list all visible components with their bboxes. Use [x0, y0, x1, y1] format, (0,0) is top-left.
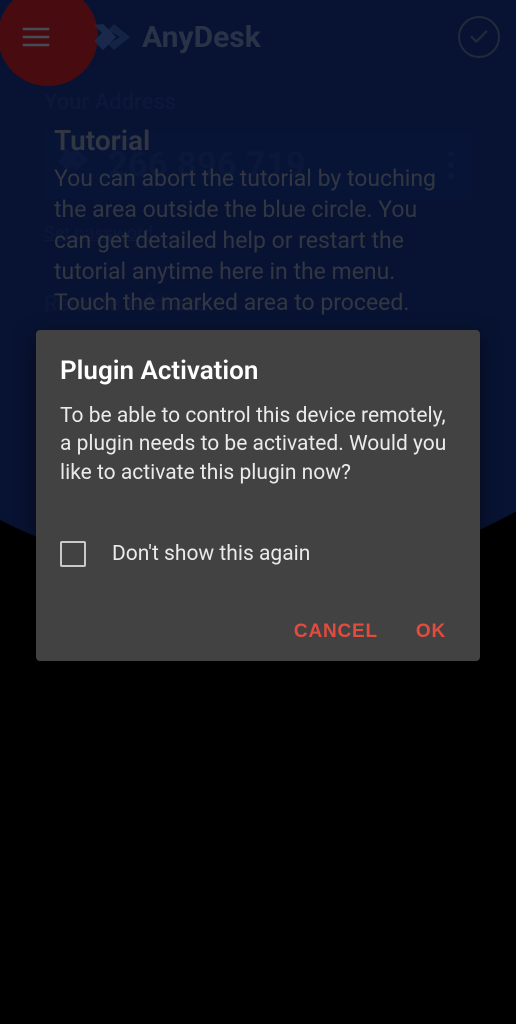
dialog-actions: CANCEL OK [60, 621, 456, 649]
dialog-body: To be able to control this device remote… [60, 402, 456, 487]
dont-show-again-label: Don't show this again [112, 542, 310, 566]
ok-button[interactable]: OK [416, 621, 446, 643]
cancel-button[interactable]: CANCEL [294, 621, 378, 643]
dont-show-again-checkbox[interactable] [60, 541, 86, 567]
dont-show-again-row[interactable]: Don't show this again [60, 541, 456, 567]
dialog-title: Plugin Activation [60, 356, 456, 386]
plugin-activation-dialog: Plugin Activation To be able to control … [36, 330, 480, 661]
